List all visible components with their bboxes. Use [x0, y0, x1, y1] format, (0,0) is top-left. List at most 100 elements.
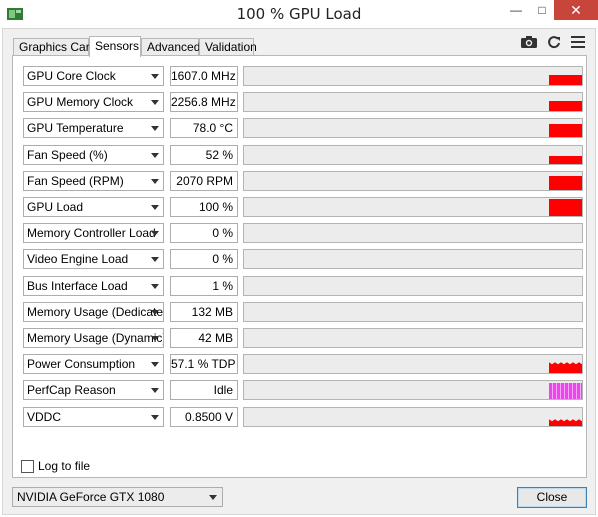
sensor-graph-bar	[549, 199, 582, 216]
sensors-panel: GPU Core Clock 1607.0 MHz GPU Memory Clock…	[12, 55, 587, 478]
sensor-name-dropdown[interactable]: Bus Interface Load	[23, 275, 164, 296]
sensor-graph-bar	[549, 383, 582, 400]
chevron-down-icon	[151, 205, 159, 210]
sensor-name-dropdown[interactable]: Fan Speed (RPM)	[23, 170, 164, 191]
log-to-file-checkbox[interactable]	[21, 460, 34, 473]
sensor-name-label: GPU Load	[27, 200, 84, 214]
sensor-row: Memory Usage (Dedicated) 132 MB	[23, 301, 583, 322]
chevron-down-icon	[151, 257, 159, 263]
sensor-row: Memory Usage (Dynamic) 42 MB	[23, 328, 583, 348]
sensor-graph	[243, 118, 583, 139]
chevron-down-icon	[151, 283, 159, 289]
sensor-graph-bar	[549, 175, 582, 190]
sensor-name-dropdown[interactable]: Memory Usage (Dynamic)	[23, 328, 164, 348]
sensor-name-dropdown[interactable]: Power Consumption	[23, 354, 164, 375]
sensor-value: 1607.0 MHz	[170, 66, 238, 86]
sensor-value: 1 %	[170, 275, 238, 296]
sensor-name-label: Fan Speed (%)	[27, 147, 108, 162]
sensor-value: 132 MB	[170, 301, 238, 322]
sensor-name-label: Memory Controller Load	[27, 226, 156, 241]
sensor-name-dropdown[interactable]: PerfCap Reason	[23, 380, 164, 401]
sensor-row: GPU Core Clock 1607.0 MHz	[23, 66, 583, 86]
sensor-row: GPU Temperature 78.0 °C	[23, 118, 583, 139]
refresh-icon[interactable]	[545, 35, 563, 49]
sensor-row: Fan Speed (%) 52 %	[23, 144, 583, 165]
sensor-row: Video Engine Load 0 %	[23, 249, 583, 270]
sensor-value: 42 MB	[170, 328, 238, 348]
chevron-down-icon	[151, 74, 159, 79]
sensor-name-dropdown[interactable]: GPU Temperature	[23, 118, 164, 139]
sensor-name-label: Memory Usage (Dedicated)	[27, 304, 164, 319]
minimize-button[interactable]: —	[502, 0, 530, 20]
hamburger-menu-icon[interactable]	[569, 35, 587, 49]
sensor-row: PerfCap Reason Idle	[23, 380, 583, 401]
maximize-button[interactable]: □	[528, 0, 556, 20]
sensor-row: GPU Memory Clock 2256.8 MHz	[23, 92, 583, 113]
sensor-graph	[243, 197, 583, 217]
sensor-row: Bus Interface Load 1 %	[23, 275, 583, 296]
sensor-value: 0 %	[170, 249, 238, 270]
sensor-value: 2070 RPM	[170, 170, 238, 191]
sensor-value: 100 %	[170, 197, 238, 217]
close-window-button[interactable]: ✕	[554, 0, 598, 20]
sensor-name-label: GPU Memory Clock	[27, 95, 134, 110]
sensor-name-label: Fan Speed (RPM)	[27, 173, 124, 188]
sensor-value: 2256.8 MHz	[170, 92, 238, 113]
sensor-value: 0 %	[170, 223, 238, 244]
title-bar: 100 % GPU Load — □ ✕	[0, 0, 598, 28]
sensor-graph-bar	[549, 124, 582, 138]
sensor-name-dropdown[interactable]: GPU Memory Clock	[23, 92, 164, 113]
close-button[interactable]: Close	[517, 487, 587, 508]
sensor-row: VDDC 0.8500 V	[23, 406, 583, 427]
chevron-down-icon	[151, 362, 159, 368]
chevron-down-icon	[151, 100, 159, 106]
sensor-row: Memory Controller Load 0 %	[23, 223, 583, 244]
sensor-graph	[243, 328, 583, 348]
sensor-graph-bar	[549, 101, 582, 112]
sensor-value: 0.8500 V	[170, 406, 238, 427]
chevron-down-icon	[151, 178, 159, 184]
log-to-file-label: Log to file	[38, 459, 91, 473]
sensor-graph	[243, 301, 583, 322]
sensor-value: Idle	[170, 380, 238, 401]
sensor-graph	[243, 170, 583, 191]
tab-sensors[interactable]: Sensors	[89, 36, 141, 57]
sensor-value: 78.0 °C	[170, 118, 238, 139]
sensor-graph-bar	[549, 75, 582, 85]
sensor-name-dropdown[interactable]: Video Engine Load	[23, 249, 164, 270]
sensor-graph	[243, 66, 583, 86]
tab-validation[interactable]: Validation	[199, 38, 257, 56]
sensor-value: 52 %	[170, 144, 238, 165]
chevron-down-icon	[151, 126, 159, 132]
sensor-name-label: GPU Temperature	[27, 121, 124, 136]
sensor-graph-bar	[549, 155, 582, 164]
sensor-name-dropdown[interactable]: Fan Speed (%)	[23, 144, 164, 165]
sensor-name-label: Power Consumption	[27, 357, 136, 372]
camera-icon[interactable]	[520, 35, 538, 49]
chevron-down-icon	[151, 309, 159, 315]
sensor-row: Power Consumption 57.1 % TDP	[23, 354, 583, 375]
window-client-area: Graphics Card Sensors Advanced Validatio…	[2, 28, 596, 515]
sensor-name-dropdown[interactable]: GPU Core Clock	[23, 66, 164, 86]
chevron-down-icon	[151, 231, 159, 237]
sensor-graph	[243, 354, 583, 375]
sensor-name-dropdown[interactable]: Memory Controller Load	[23, 223, 164, 244]
sensor-graph	[243, 144, 583, 165]
chevron-down-icon	[151, 414, 159, 420]
chevron-down-icon	[151, 152, 159, 158]
chevron-down-icon	[151, 388, 159, 394]
sensor-name-label: GPU Core Clock	[27, 69, 116, 83]
sensor-name-dropdown[interactable]: GPU Load	[23, 197, 164, 217]
sensor-row: Fan Speed (RPM) 2070 RPM	[23, 170, 583, 191]
sensor-name-label: Bus Interface Load	[27, 278, 128, 293]
sensor-name-dropdown[interactable]: VDDC	[23, 406, 164, 427]
gpu-select-dropdown[interactable]: NVIDIA GeForce GTX 1080	[12, 487, 223, 507]
tab-advanced[interactable]: Advanced	[141, 38, 200, 56]
sensor-value: 57.1 % TDP	[170, 354, 238, 375]
sensor-name-label: VDDC	[27, 409, 62, 424]
chevron-down-icon	[151, 336, 159, 341]
tab-graphics-card[interactable]: Graphics Card	[13, 38, 96, 56]
sensor-name-label: Memory Usage (Dynamic)	[27, 331, 164, 345]
sensor-graph	[243, 406, 583, 427]
sensor-name-dropdown[interactable]: Memory Usage (Dedicated)	[23, 301, 164, 322]
